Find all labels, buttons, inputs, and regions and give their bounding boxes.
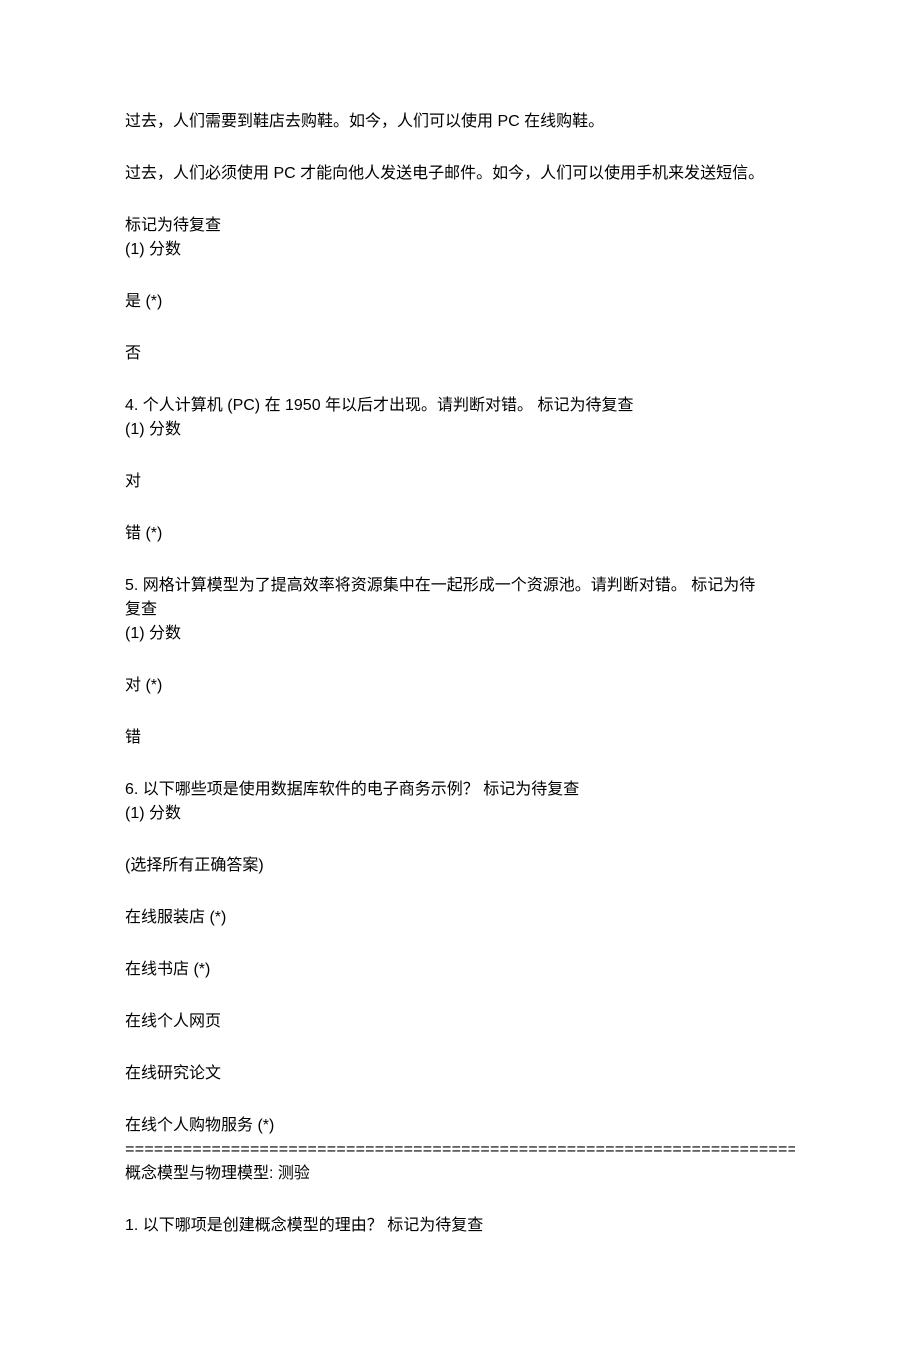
question-meta: 标记为待复查 (1) 分数 — [125, 214, 795, 262]
question-text: 1. 以下哪项是创建概念模型的理由？ 标记为待复查 — [125, 1214, 795, 1238]
answer-option: 错 (*) — [125, 522, 795, 546]
score-label: (1) 分数 — [125, 802, 795, 826]
question-block: 4. 个人计算机 (PC) 在 1950 年以后才出现。请判断对错。 标记为待复… — [125, 394, 795, 442]
paragraph: 过去，人们必须使用 PC 才能向他人发送电子邮件。如今，人们可以使用手机来发送短… — [125, 162, 795, 186]
option-text: 在线研究论文 — [125, 1062, 795, 1086]
paragraph: 过去，人们需要到鞋店去购鞋。如今，人们可以使用 PC 在线购鞋。 — [125, 110, 795, 134]
answer-option-last: 在线个人购物服务 (*) ===========================… — [125, 1114, 795, 1162]
answer-option: 在线研究论文 — [125, 1062, 795, 1086]
score-label: (1) 分数 — [125, 418, 795, 442]
score-label: (1) 分数 — [125, 622, 795, 646]
question-block: 1. 以下哪项是创建概念模型的理由？ 标记为待复查 — [125, 1214, 795, 1238]
document-page: 过去，人们需要到鞋店去购鞋。如今，人们可以使用 PC 在线购鞋。 过去，人们必须… — [0, 0, 920, 1346]
question-block: 6. 以下哪些项是使用数据库软件的电子商务示例？ 标记为待复查 (1) 分数 — [125, 778, 795, 826]
question-text: 5. 网格计算模型为了提高效率将资源集中在一起形成一个资源池。请判断对错。 标记… — [125, 574, 795, 598]
option-text: 在线服装店 (*) — [125, 906, 795, 930]
answer-option: 对 — [125, 470, 795, 494]
divider: ========================================… — [125, 1138, 795, 1162]
section-title: 概念模型与物理模型: 测验 — [125, 1162, 795, 1186]
option-text: 在线个人购物服务 (*) — [125, 1114, 795, 1138]
answer-option: 否 — [125, 342, 795, 366]
question-text: 复查 — [125, 598, 795, 622]
title-text: 概念模型与物理模型: 测验 — [125, 1162, 795, 1186]
option-text: 在线书店 (*) — [125, 958, 795, 982]
text-line: 过去，人们需要到鞋店去购鞋。如今，人们可以使用 PC 在线购鞋。 — [125, 110, 795, 134]
hint: (选择所有正确答案) — [125, 854, 795, 878]
option-text: 对 (*) — [125, 674, 795, 698]
hint-text: (选择所有正确答案) — [125, 854, 795, 878]
answer-option: 是 (*) — [125, 290, 795, 314]
score-label: (1) 分数 — [125, 238, 795, 262]
text-line: 过去，人们必须使用 PC 才能向他人发送电子邮件。如今，人们可以使用手机来发送短… — [125, 162, 795, 186]
answer-option: 在线书店 (*) — [125, 958, 795, 982]
option-text: 在线个人网页 — [125, 1010, 795, 1034]
answer-option: 错 — [125, 726, 795, 750]
question-text: 6. 以下哪些项是使用数据库软件的电子商务示例？ 标记为待复查 — [125, 778, 795, 802]
option-text: 错 — [125, 726, 795, 750]
answer-option: 对 (*) — [125, 674, 795, 698]
question-text: 4. 个人计算机 (PC) 在 1950 年以后才出现。请判断对错。 标记为待复… — [125, 394, 795, 418]
option-text: 是 (*) — [125, 290, 795, 314]
answer-option: 在线个人网页 — [125, 1010, 795, 1034]
question-block: 5. 网格计算模型为了提高效率将资源集中在一起形成一个资源池。请判断对错。 标记… — [125, 574, 795, 646]
answer-option: 在线服装店 (*) — [125, 906, 795, 930]
mark-for-review: 标记为待复查 — [125, 214, 795, 238]
option-text: 否 — [125, 342, 795, 366]
option-text: 对 — [125, 470, 795, 494]
option-text: 错 (*) — [125, 522, 795, 546]
